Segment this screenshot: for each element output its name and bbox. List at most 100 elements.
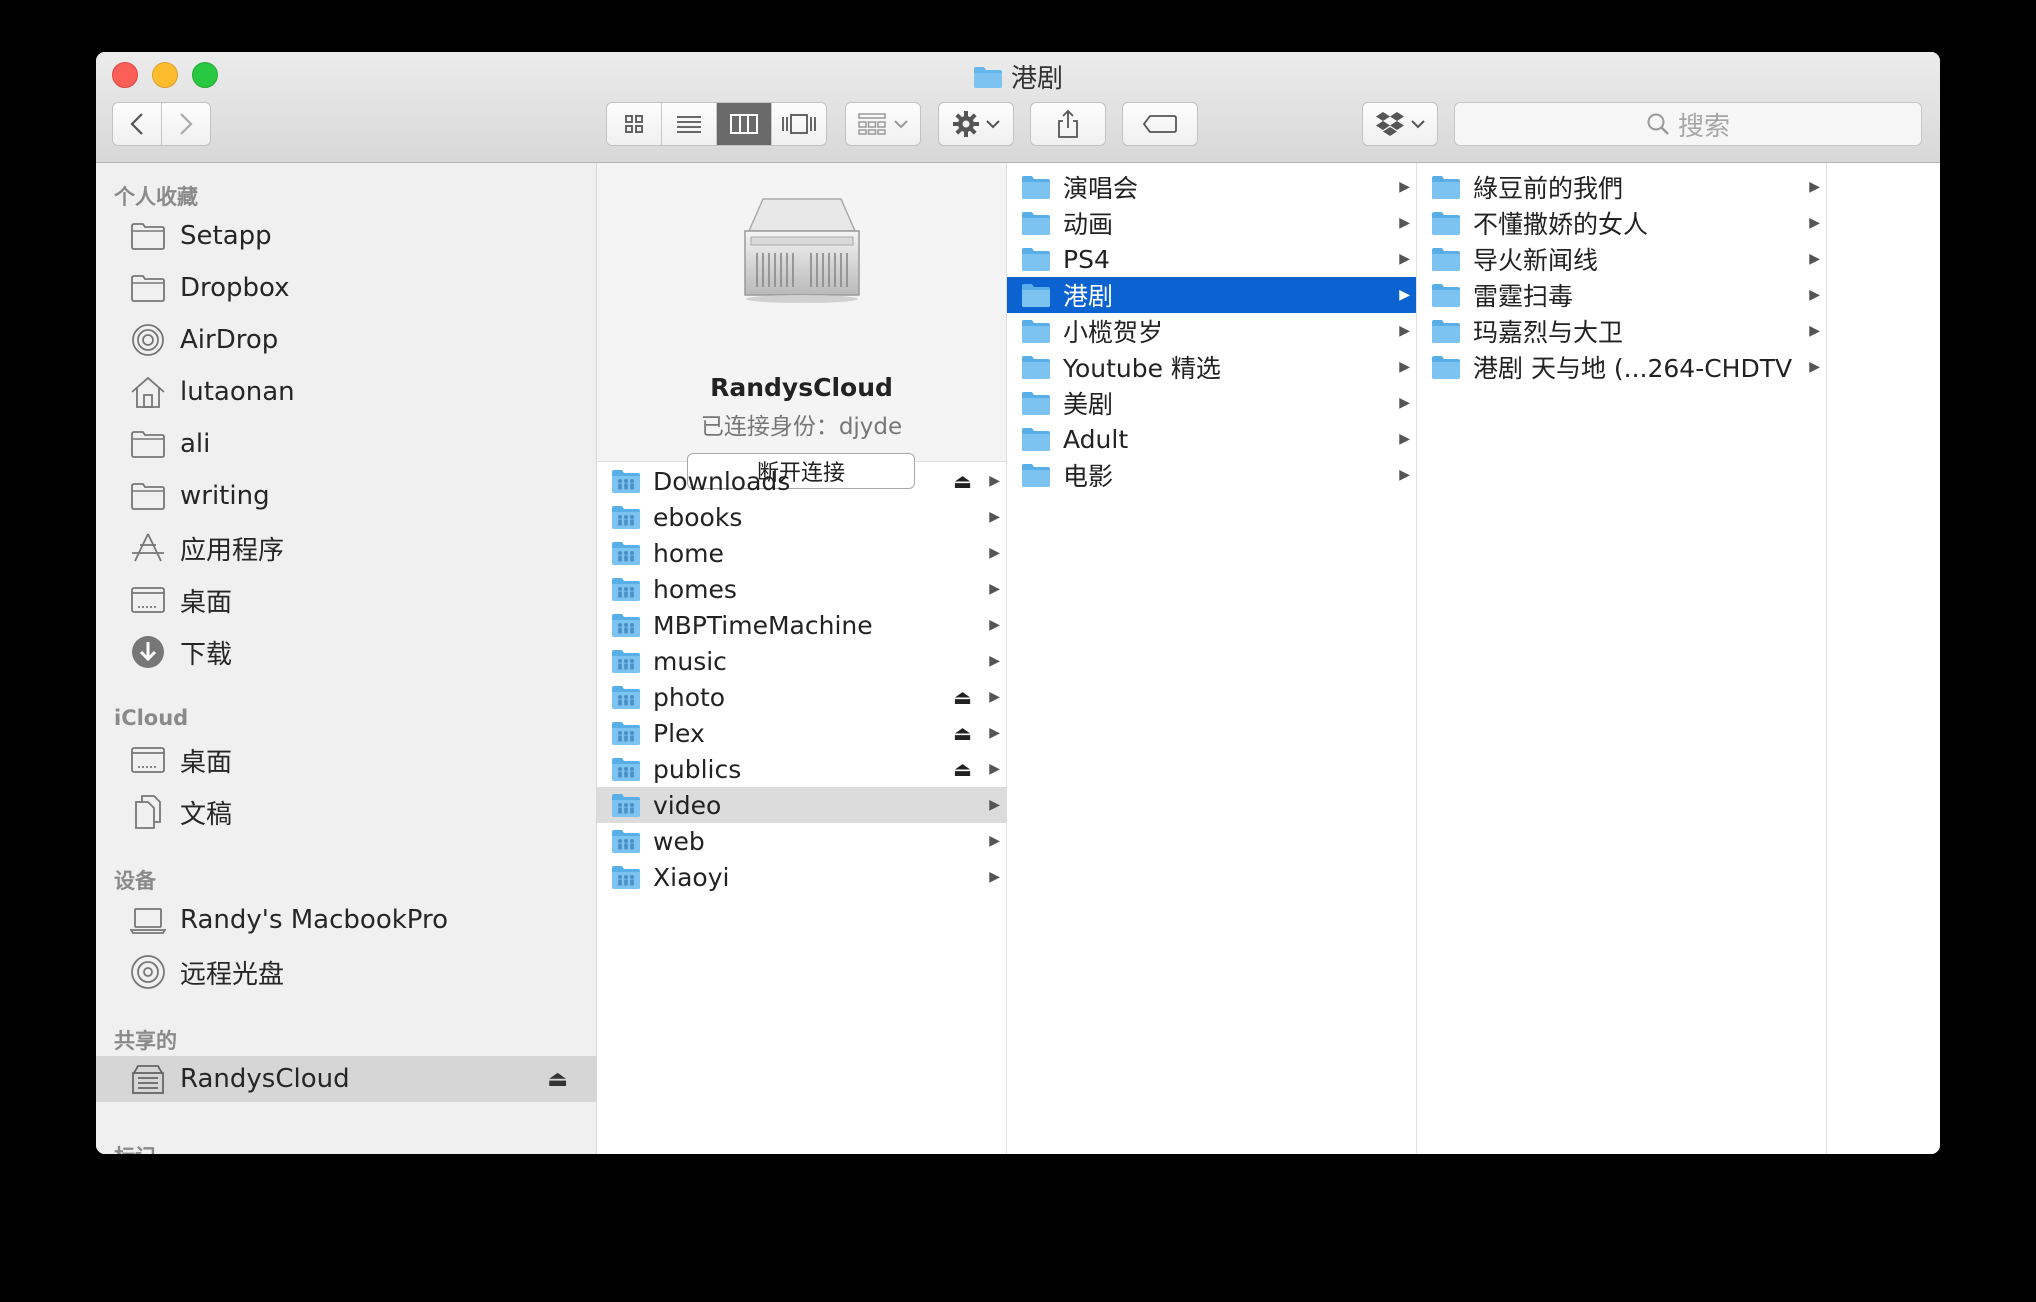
tags-header: 标记 — [114, 1141, 156, 1154]
sidebar-item-airdrop[interactable]: AirDrop — [96, 317, 596, 363]
folder-name: 港剧 天与地 (...264-CHDTV — [1473, 354, 1793, 383]
sidebar: 个人收藏 Setapp Dropbox AirDrop lutaonan ali… — [96, 163, 597, 1154]
folder-row[interactable]: ebooks ▶ — [597, 499, 1006, 535]
folder-row[interactable]: Adult ▶ — [1007, 421, 1416, 457]
gear-icon — [953, 111, 979, 137]
arrange-icon — [858, 113, 886, 135]
disclosure-arrow-icon: ▶ — [1809, 179, 1820, 195]
eject-icon[interactable]: ⏏ — [547, 1067, 568, 1092]
folder-row[interactable]: Plex ⏏ ▶ — [597, 715, 1006, 751]
cover-flow-button[interactable] — [772, 103, 826, 145]
eject-icon[interactable]: ⏏ — [953, 685, 972, 709]
sidebar-item-macbook[interactable]: Randy's MacbookPro — [96, 897, 596, 943]
folder-row[interactable]: MBPTimeMachine ▶ — [597, 607, 1006, 643]
sidebar-item-randyscloud[interactable]: RandysCloud ⏏ — [96, 1056, 596, 1102]
shared-folder-icon — [611, 828, 641, 858]
folder-row[interactable]: 不懂撒娇的女人 ▶ — [1417, 205, 1826, 241]
sidebar-item-dropbox[interactable]: Dropbox — [96, 265, 596, 311]
window-title: 港剧 — [96, 58, 1940, 95]
cover-flow-icon — [782, 114, 816, 134]
folder-row[interactable]: video ▶ — [597, 787, 1006, 823]
folder-row[interactable]: PS4 ▶ — [1007, 241, 1416, 277]
list-view-button[interactable] — [662, 103, 717, 145]
folder-row[interactable]: 美剧 ▶ — [1007, 385, 1416, 421]
folder-name: 雷霆扫毒 — [1473, 282, 1574, 311]
window-title-text: 港剧 — [1010, 64, 1063, 94]
folder-icon — [1021, 282, 1051, 312]
folder-row[interactable]: Xiaoyi ▶ — [597, 859, 1006, 895]
sidebar-item-applications[interactable]: 应用程序 — [96, 525, 596, 571]
disclosure-arrow-icon: ▶ — [989, 545, 1000, 561]
share-button[interactable] — [1030, 102, 1106, 146]
dropbox-button[interactable] — [1362, 102, 1438, 146]
folder-name: 玛嘉烈与大卫 — [1473, 318, 1624, 347]
folder-name: 綠豆前的我們 — [1473, 174, 1624, 203]
eject-icon[interactable]: ⏏ — [953, 757, 972, 781]
disclosure-arrow-icon: ▶ — [989, 509, 1000, 525]
column-view-button[interactable] — [717, 103, 772, 145]
folder-row[interactable]: 綠豆前的我們 ▶ — [1417, 169, 1826, 205]
arrange-button[interactable] — [845, 102, 921, 146]
sidebar-item-ali[interactable]: ali — [96, 421, 596, 467]
shared-folder-icon — [611, 684, 641, 714]
sidebar-item-label: 桌面 — [180, 587, 233, 618]
sidebar-item-label: 桌面 — [180, 747, 233, 778]
folder-name: ebooks — [653, 502, 743, 532]
search-field[interactable]: 搜索 — [1454, 102, 1922, 146]
sidebar-item-desktop[interactable]: 桌面 — [96, 577, 596, 623]
folder-name: publics — [653, 754, 742, 784]
folder-row[interactable]: music ▶ — [597, 643, 1006, 679]
forward-button[interactable] — [161, 102, 211, 146]
sidebar-item-home[interactable]: lutaonan — [96, 369, 596, 415]
folder-row[interactable]: 动画 ▶ — [1007, 205, 1416, 241]
folder-row[interactable]: 电影 ▶ — [1007, 457, 1416, 493]
folder-row[interactable]: photo ⏏ ▶ — [597, 679, 1006, 715]
shared-header: 共享的 — [114, 1029, 177, 1053]
folder-row[interactable]: Downloads ⏏ ▶ — [597, 463, 1006, 499]
shared-folder-icon — [611, 540, 641, 570]
titlebar: 港剧 搜索 — [96, 52, 1940, 163]
folder-row[interactable]: 港剧 天与地 (...264-CHDTV ▶ — [1417, 349, 1826, 385]
folder-row[interactable]: homes ▶ — [597, 571, 1006, 607]
sidebar-item-setapp[interactable]: Setapp — [96, 213, 596, 259]
sidebar-item-downloads[interactable]: 下载 — [96, 629, 596, 675]
disclosure-arrow-icon: ▶ — [1809, 215, 1820, 231]
column-server: RandysCloud 已连接身份：djyde 断开连接 Downloads ⏏ ▶… — [597, 163, 1007, 1154]
folder-name: Youtube 精选 — [1063, 354, 1221, 383]
connected-as: 已连接身份：djyde — [700, 414, 903, 440]
disclosure-arrow-icon: ▶ — [1399, 323, 1410, 339]
folder-row[interactable]: 玛嘉烈与大卫 ▶ — [1417, 313, 1826, 349]
folder-name: Downloads — [653, 466, 791, 496]
folder-row[interactable]: publics ⏏ ▶ — [597, 751, 1006, 787]
shared-folder-icon — [611, 576, 641, 606]
folder-name: 美剧 — [1063, 390, 1114, 419]
folder-row[interactable]: 演唱会 ▶ — [1007, 169, 1416, 205]
folder-row[interactable]: 导火新闻线 ▶ — [1417, 241, 1826, 277]
sidebar-item-label: writing — [180, 481, 270, 511]
column-hk-drama: 綠豆前的我們 ▶ 不懂撒娇的女人 ▶ 导火新闻线 ▶ 雷霆扫毒 ▶ 玛嘉烈与大卫 ▶ 港剧 天与地 … — [1417, 163, 1827, 1154]
disclosure-arrow-icon: ▶ — [1399, 467, 1410, 483]
tags-button[interactable] — [1122, 102, 1198, 146]
icon-view-button[interactable] — [607, 103, 662, 145]
sidebar-item-writing[interactable]: writing — [96, 473, 596, 519]
favorites-header: 个人收藏 — [114, 185, 198, 209]
folder-name: MBPTimeMachine — [653, 610, 873, 640]
folder-row[interactable]: web ▶ — [597, 823, 1006, 859]
folder-row[interactable]: 小榄贺岁 ▶ — [1007, 313, 1416, 349]
sidebar-item-icloud-desktop[interactable]: 桌面 — [96, 737, 596, 783]
eject-icon[interactable]: ⏏ — [953, 721, 972, 745]
folder-row[interactable]: home ▶ — [597, 535, 1006, 571]
back-button[interactable] — [112, 102, 162, 146]
sidebar-item-remote-disc[interactable]: 远程光盘 — [96, 949, 596, 995]
sidebar-item-documents[interactable]: 文稿 — [96, 789, 596, 835]
sidebar-item-label: 应用程序 — [180, 535, 285, 566]
eject-icon[interactable]: ⏏ — [953, 469, 972, 493]
folder-name: 港剧 — [1063, 282, 1114, 311]
folder-row[interactable]: Youtube 精选 ▶ — [1007, 349, 1416, 385]
disclosure-arrow-icon: ▶ — [989, 581, 1000, 597]
action-button[interactable] — [938, 102, 1014, 146]
folder-name: Plex — [653, 718, 705, 748]
folder-row[interactable]: 雷霆扫毒 ▶ — [1417, 277, 1826, 313]
folder-row[interactable]: 港剧 ▶ — [1007, 277, 1416, 313]
sidebar-item-label: Dropbox — [180, 273, 290, 303]
